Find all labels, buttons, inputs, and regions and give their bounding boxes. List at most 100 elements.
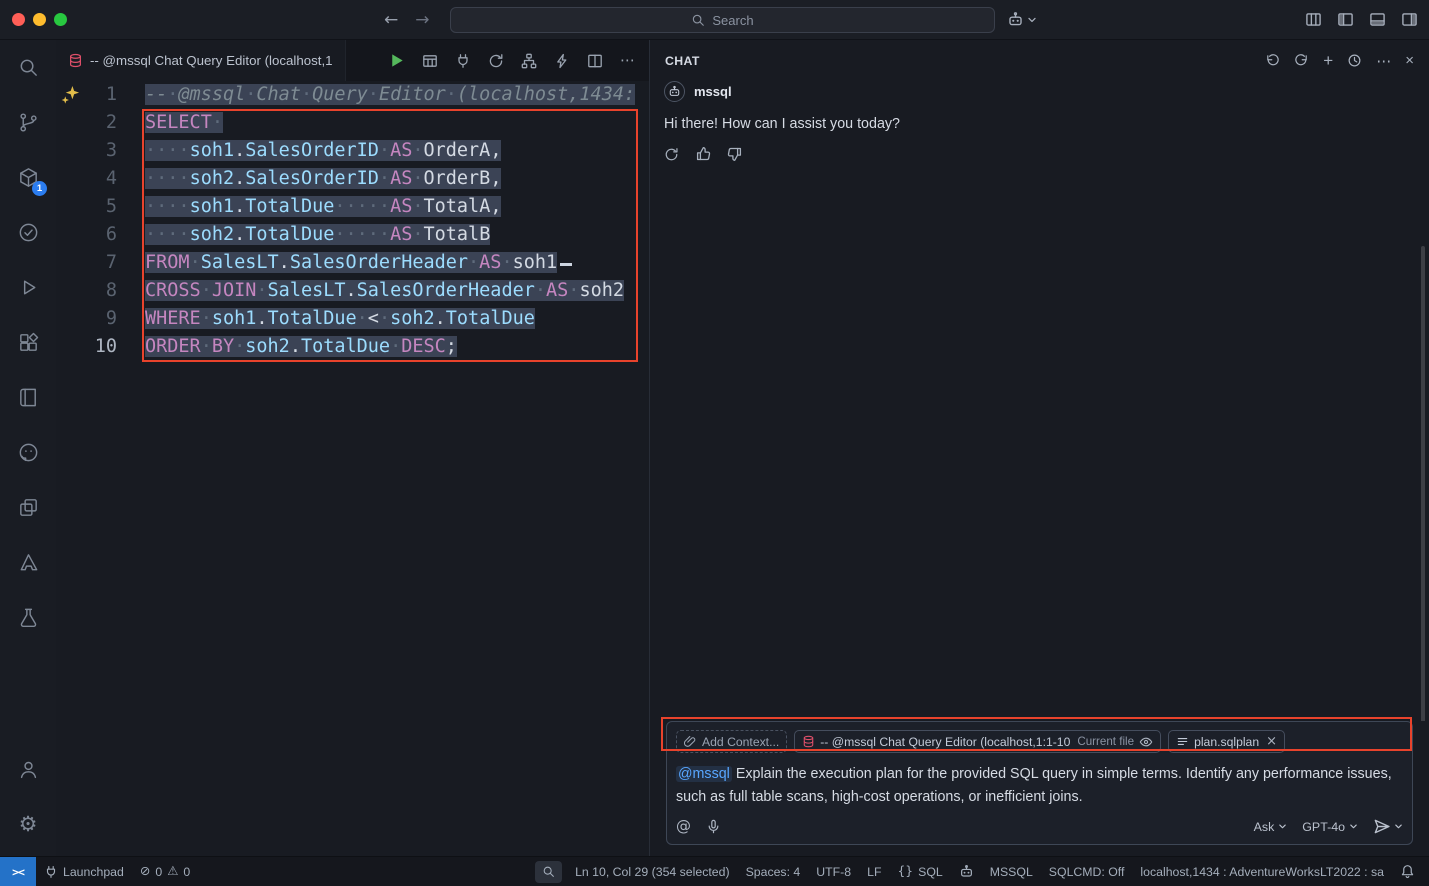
context-plan-chip[interactable]: plan.sqlplan × — [1168, 730, 1285, 753]
zoom-window-button[interactable] — [54, 13, 67, 26]
code-line[interactable]: 1--·@mssql·Chat·Query·Editor·(localhost,… — [56, 81, 649, 109]
error-icon: ⊘ — [140, 865, 150, 878]
language-label: SQL — [918, 865, 943, 879]
status-copilot[interactable] — [951, 857, 982, 886]
code-line[interactable]: 8CROSS·JOIN·SalesLT.SalesOrderHeader·AS·… — [56, 277, 649, 305]
query-plan-button[interactable] — [554, 53, 570, 69]
minimize-window-button[interactable] — [33, 13, 46, 26]
accounts-button[interactable] — [0, 742, 56, 797]
toggle-sidebar-left-button[interactable] — [1337, 11, 1354, 28]
mention-button[interactable]: @ — [676, 819, 691, 834]
change-connection-button[interactable] — [488, 53, 504, 69]
book-icon — [17, 386, 40, 409]
status-language[interactable]: {} SQL — [889, 857, 950, 886]
code-line[interactable]: 9WHERE·soh1.TotalDue·<·soh2.TotalDue — [56, 305, 649, 333]
sidebar-item-remote-windows[interactable] — [0, 480, 56, 535]
results-grid-button[interactable] — [422, 53, 438, 69]
chat-scrollbar[interactable] — [1421, 246, 1425, 721]
toggle-sidebar-right-button[interactable] — [1401, 11, 1418, 28]
schema-button[interactable] — [521, 53, 537, 69]
chat-input-box[interactable]: Add Context... -- @mssql Chat Query Edit… — [666, 721, 1413, 845]
status-sqlcmd[interactable]: SQLCMD: Off — [1041, 857, 1133, 886]
settings-button[interactable]: ⚙ — [0, 797, 56, 852]
thumbs-up-icon[interactable] — [695, 146, 711, 162]
code-line[interactable]: 7FROM·SalesLT.SalesOrderHeader·AS·soh1 — [56, 249, 649, 277]
navigate-forward-button[interactable]: → — [415, 12, 429, 29]
code-line[interactable]: 6····soh2.TotalDue·····AS·TotalB — [56, 221, 649, 249]
editor-cursor — [560, 263, 572, 266]
send-button[interactable] — [1373, 818, 1403, 835]
activity-badge: 1 — [32, 181, 47, 196]
remote-indicator[interactable]: >< — [0, 857, 36, 886]
editor-pane: -- @mssql Chat Query Editor (localhost,1… — [56, 40, 650, 856]
sidebar-item-packages[interactable]: 1 — [0, 150, 56, 205]
database-icon — [68, 53, 83, 68]
redo-icon[interactable] — [1294, 53, 1309, 68]
sidebar-item-source-control[interactable] — [0, 95, 56, 150]
code-line[interactable]: 10ORDER·BY·soh2.TotalDue·DESC; — [56, 333, 649, 361]
chat-mode-dropdown[interactable]: Ask — [1254, 820, 1288, 834]
indentation-label: Spaces: 4 — [746, 865, 801, 879]
file-lines-icon — [1176, 735, 1189, 748]
new-chat-button[interactable]: + — [1323, 51, 1333, 71]
assistant-name: mssql — [694, 84, 732, 99]
chevron-down-icon — [1027, 15, 1037, 25]
sidebar-item-database-projects[interactable] — [0, 590, 56, 645]
launchpad-plug-icon — [44, 865, 58, 879]
status-mssql[interactable]: MSSQL — [982, 857, 1041, 886]
more-actions-button[interactable]: ⋯ — [620, 53, 635, 68]
status-cursor-position[interactable]: Ln 10, Col 29 (354 selected) — [567, 857, 738, 886]
context-file-chip[interactable]: -- @mssql Chat Query Editor (localhost,1… — [794, 730, 1161, 753]
notifications-button[interactable] — [1392, 857, 1423, 886]
chat-history-icon[interactable] — [1347, 53, 1362, 68]
sqlcmd-label: SQLCMD: Off — [1049, 865, 1125, 879]
copilot-menu-button[interactable] — [1007, 11, 1037, 28]
regenerate-icon[interactable] — [664, 147, 679, 162]
sidebar-item-azure[interactable] — [0, 535, 56, 590]
toggle-panel-button[interactable] — [1369, 11, 1386, 28]
navigate-back-button[interactable]: ← — [384, 12, 398, 29]
chat-input-text[interactable]: @mssql Explain the execution plan for th… — [676, 763, 1403, 809]
editor-tab[interactable]: -- @mssql Chat Query Editor (localhost,1 — [56, 40, 346, 81]
disconnect-plug-button[interactable] — [455, 53, 471, 69]
status-connection[interactable]: localhost,1434 : AdventureWorksLT2022 : … — [1132, 857, 1392, 886]
code-line[interactable]: 5····soh1.TotalDue·····AS·TotalA, — [56, 193, 649, 221]
sidebar-item-run-debug[interactable] — [0, 260, 56, 315]
editor-body[interactable]: 1--·@mssql·Chat·Query·Editor·(localhost,… — [56, 81, 649, 856]
add-context-button[interactable]: Add Context... — [676, 730, 787, 753]
status-indentation[interactable]: Spaces: 4 — [738, 857, 809, 886]
eye-icon[interactable] — [1139, 735, 1153, 749]
chat-more-button[interactable]: ⋯ — [1376, 52, 1391, 70]
magnifier-status-button[interactable] — [535, 861, 562, 883]
model-dropdown[interactable]: GPT-4o — [1302, 820, 1358, 834]
sidebar-item-github[interactable] — [0, 425, 56, 480]
assistant-message: Hi there! How can I assist you today? — [664, 116, 1415, 132]
status-problems[interactable]: ⊘ 0 ⚠ 0 — [132, 857, 198, 886]
mssql-mention[interactable]: @mssql — [676, 766, 732, 782]
microphone-icon[interactable] — [706, 819, 721, 834]
code-line[interactable]: 2SELECT· — [56, 109, 649, 137]
sidebar-item-tasks[interactable] — [0, 205, 56, 260]
traffic-lights — [12, 13, 67, 26]
undo-icon[interactable] — [1265, 53, 1280, 68]
status-launchpad[interactable]: Launchpad — [36, 857, 132, 886]
sidebar-item-docs[interactable] — [0, 370, 56, 425]
tab-title: -- @mssql Chat Query Editor (localhost,1 — [90, 53, 333, 68]
code-line[interactable]: 3····soh1.SalesOrderID·AS·OrderA, — [56, 137, 649, 165]
close-chat-button[interactable]: × — [1405, 52, 1414, 69]
sidebar-item-search[interactable] — [0, 40, 56, 95]
status-encoding[interactable]: UTF-8 — [808, 857, 859, 886]
search-placeholder: Search — [712, 13, 753, 28]
thumbs-down-icon[interactable] — [727, 146, 743, 162]
run-query-button[interactable] — [388, 52, 405, 69]
customize-layout-button[interactable] — [1305, 11, 1322, 28]
status-eol[interactable]: LF — [859, 857, 889, 886]
copilot-sparkle-icon[interactable] — [61, 85, 80, 104]
sidebar-item-extensions[interactable] — [0, 315, 56, 370]
remove-context-icon[interactable]: × — [1266, 735, 1277, 748]
command-center-search[interactable]: Search — [450, 7, 995, 33]
source-control-icon — [17, 111, 40, 134]
close-window-button[interactable] — [12, 13, 25, 26]
split-editor-button[interactable] — [587, 53, 603, 69]
code-line[interactable]: 4····soh2.SalesOrderID·AS·OrderB, — [56, 165, 649, 193]
